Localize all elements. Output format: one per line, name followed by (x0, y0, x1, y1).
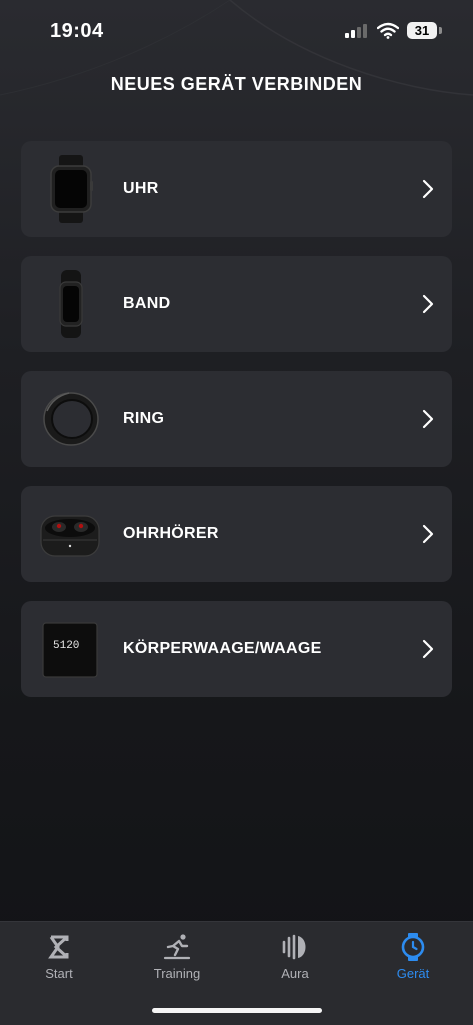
device-card-watch[interactable]: UHR (21, 141, 452, 237)
battery-tip (439, 27, 442, 34)
battery-indicator: 31 (407, 22, 437, 39)
device-label: BAND (123, 295, 171, 312)
status-time: 19:04 (50, 20, 104, 42)
device-card-earbuds[interactable]: OHRHÖRER (21, 486, 452, 582)
chevron-right-icon (422, 524, 434, 544)
device-card-band[interactable]: BAND (21, 256, 452, 352)
training-icon (163, 934, 191, 960)
tab-device[interactable]: Gerät (354, 922, 472, 992)
tab-training[interactable]: Training (118, 922, 236, 992)
tab-label: Start (45, 966, 73, 981)
device-label: RING (123, 410, 165, 427)
tab-label: Aura (281, 966, 309, 981)
tab-start[interactable]: Start (0, 922, 118, 992)
wifi-icon (377, 22, 399, 39)
chevron-right-icon (422, 179, 434, 199)
device-card-scale[interactable]: 5120 KÖRPERWAAGE/WAAGE (21, 601, 452, 697)
device-label: KÖRPERWAAGE/WAAGE (123, 640, 322, 657)
chevron-right-icon (422, 409, 434, 429)
device-watch-icon (401, 933, 425, 961)
chevron-right-icon (422, 639, 434, 659)
chevron-right-icon (422, 294, 434, 314)
scale-display-value: 5120 (53, 640, 79, 652)
home-indicator[interactable] (152, 1008, 322, 1013)
tab-label: Gerät (396, 966, 430, 981)
device-list: UHR BAND RING OHRHÖRER 5120 KÖRPERWAAGE/… (21, 141, 452, 716)
ring-icon (43, 392, 99, 446)
device-card-ring[interactable]: RING (21, 371, 452, 467)
earbuds-icon (40, 515, 100, 557)
watch-icon (50, 155, 93, 223)
status-bar: 19:04 31 (0, 0, 473, 60)
band-icon (59, 270, 83, 338)
tab-aura[interactable]: Aura (236, 922, 354, 992)
cellular-signal-icon (345, 24, 369, 38)
scale-icon: 5120 (42, 622, 98, 678)
sigma-icon (48, 935, 69, 959)
aura-icon (282, 934, 306, 960)
device-label: UHR (123, 180, 159, 197)
tab-label: Training (153, 966, 201, 981)
page-title: NEUES GERÄT VERBINDEN (110, 74, 363, 94)
device-label: OHRHÖRER (123, 525, 219, 542)
